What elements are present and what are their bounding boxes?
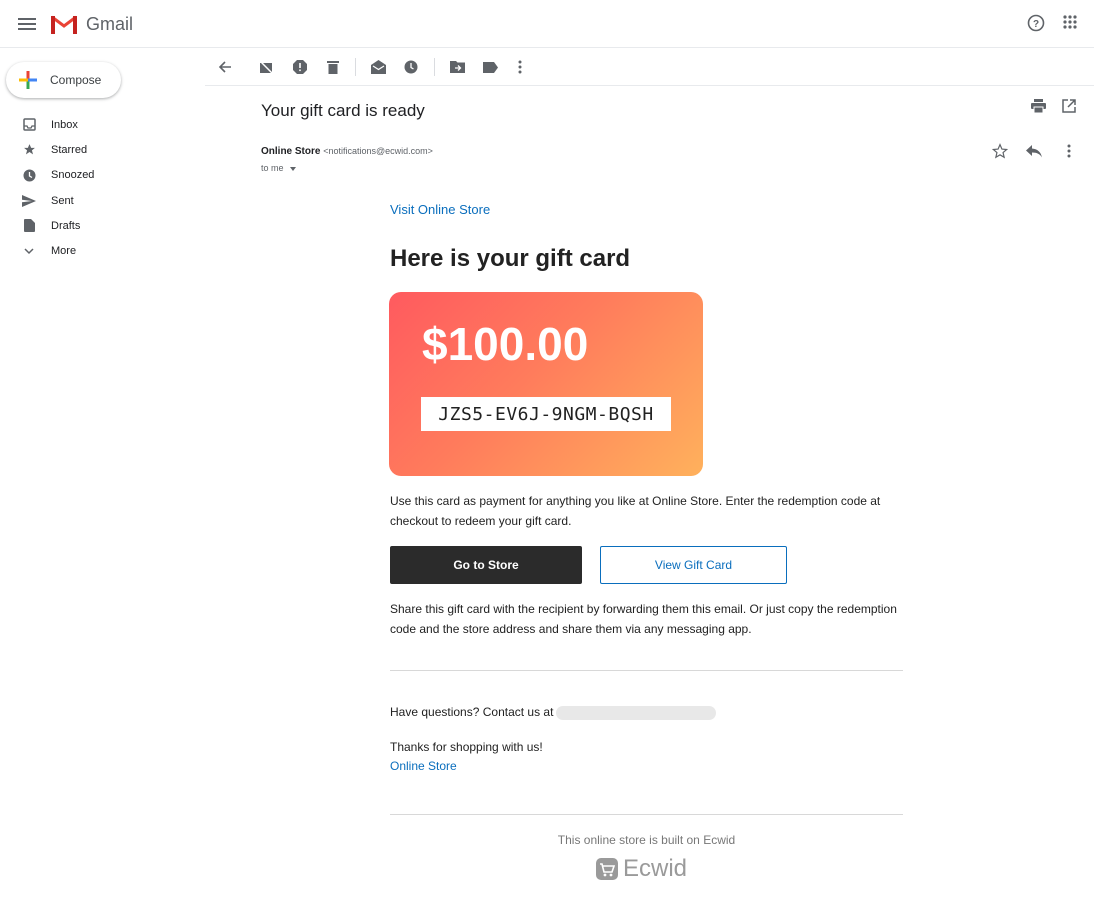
visit-store-link[interactable]: Visit Online Store — [390, 202, 490, 217]
thanks-text: Thanks for shopping with us! — [390, 740, 543, 754]
star-icon — [22, 143, 36, 157]
sidebar-item-sent[interactable]: Sent — [0, 188, 205, 213]
store-link[interactable]: Online Store — [390, 757, 457, 777]
ecwid-brand: Ecwid — [623, 855, 688, 882]
archive-icon[interactable] — [258, 59, 274, 75]
message-toolbar — [205, 48, 1094, 86]
plus-icon — [19, 71, 37, 89]
go-to-store-button[interactable]: Go to Store — [390, 546, 582, 584]
more-vert-icon[interactable] — [512, 59, 528, 75]
sidebar-item-snoozed[interactable]: Snoozed — [0, 163, 205, 188]
help-icon[interactable]: ? — [1027, 14, 1047, 34]
built-on-text: This online store is built on Ecwid — [557, 833, 736, 847]
share-text: Share this gift card with the recipient … — [390, 602, 897, 636]
more-vert-icon[interactable] — [1061, 143, 1077, 159]
sender-email: <notifications@ecwid.com> — [323, 146, 433, 156]
reply-icon[interactable] — [1026, 143, 1042, 159]
redacted-email — [556, 705, 717, 720]
delete-icon[interactable] — [325, 59, 341, 75]
mark-unread-icon[interactable] — [370, 59, 386, 75]
top-bar: Gmail ? — [0, 0, 1094, 48]
chevron-down-icon — [22, 244, 36, 258]
sidebar-item-drafts[interactable]: Drafts — [0, 213, 205, 238]
recipient-details-toggle[interactable]: to me — [261, 163, 297, 173]
sidebar-item-starred[interactable]: Starred — [0, 137, 205, 162]
report-spam-icon[interactable] — [292, 59, 308, 75]
apps-grid-icon[interactable] — [1062, 14, 1082, 34]
gift-card: $100.00 JZS5-EV6J-9NGM-BQSH — [389, 292, 703, 476]
shopping-cart-icon — [596, 858, 618, 880]
toolbar-divider — [355, 58, 356, 76]
gift-card-amount: $100.00 — [422, 318, 589, 370]
view-gift-card-button[interactable]: View Gift Card — [600, 546, 787, 584]
main-menu-icon[interactable] — [18, 15, 36, 33]
divider — [390, 670, 903, 671]
redemption-code[interactable]: JZS5-EV6J-9NGM-BQSH — [421, 397, 671, 431]
label-icon[interactable] — [482, 59, 498, 75]
sidebar-item-more[interactable]: More — [0, 238, 205, 263]
compose-button[interactable]: Compose — [6, 62, 121, 98]
contact-text: Have questions? Contact us at — [390, 705, 554, 719]
toolbar-divider — [434, 58, 435, 76]
ecwid-logo[interactable]: Ecwid — [596, 855, 687, 883]
inbox-icon — [22, 118, 36, 132]
app-name: Gmail — [86, 13, 134, 34]
svg-text:?: ? — [1033, 19, 1039, 30]
gmail-logo[interactable]: Gmail — [50, 13, 133, 35]
compose-label: Compose — [50, 73, 102, 87]
contact-line: Have questions? Contact us at — [390, 703, 903, 723]
send-icon — [22, 194, 36, 208]
recipient-label: to me — [261, 163, 284, 173]
snooze-icon[interactable] — [403, 59, 419, 75]
sidebar-item-inbox[interactable]: Inbox — [0, 112, 205, 137]
move-to-icon[interactable] — [449, 59, 465, 75]
draft-icon — [22, 219, 36, 233]
caret-down-icon — [290, 166, 297, 171]
sender-info: Online Store <notifications@ecwid.com> — [261, 146, 433, 157]
divider — [390, 814, 903, 815]
gift-card-heading: Here is your gift card — [390, 245, 631, 272]
clock-icon — [22, 168, 36, 182]
open-in-new-window-icon[interactable] — [1061, 98, 1077, 114]
sender-name: Online Store — [261, 146, 321, 157]
star-icon[interactable] — [992, 143, 1008, 159]
email-subject: Your gift card is ready — [261, 101, 425, 120]
instructions-text: Use this card as payment for anything yo… — [390, 494, 881, 528]
print-icon[interactable] — [1030, 98, 1046, 114]
back-arrow-icon[interactable] — [217, 59, 233, 75]
gmail-m-icon — [51, 15, 77, 34]
